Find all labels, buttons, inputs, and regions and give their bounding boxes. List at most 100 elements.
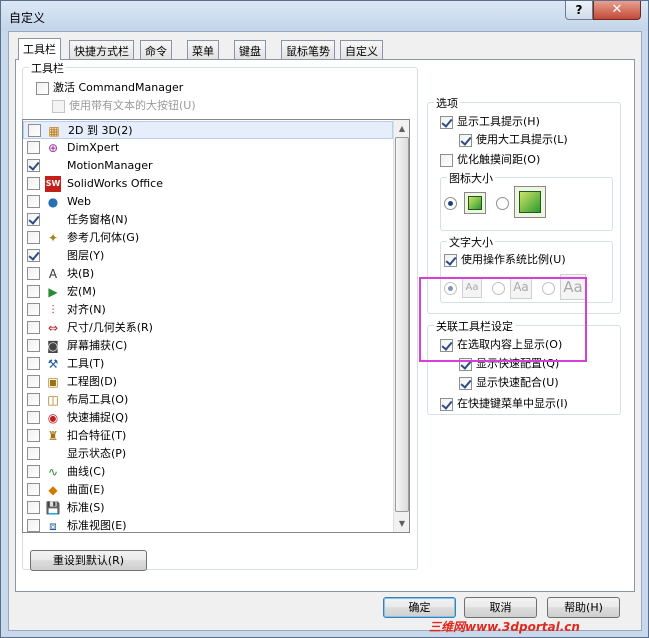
toolbar-list-item[interactable]: ▦ 2D 到 3D(2) bbox=[23, 121, 393, 139]
dialog-title: 自定义 bbox=[9, 11, 46, 25]
toolbar-list-item[interactable]: 任务窗格(N) bbox=[23, 211, 393, 229]
toolbar-item-checkbox[interactable] bbox=[27, 465, 40, 478]
drawing-icon: ▣ bbox=[47, 375, 59, 389]
show-quick-mates-option[interactable]: 显示快速配合(U) bbox=[459, 375, 559, 391]
toolbar-item-checkbox[interactable] bbox=[27, 213, 40, 226]
toolbar-item-checkbox[interactable] bbox=[27, 231, 40, 244]
show-tooltips-option[interactable]: 显示工具提示(H) bbox=[440, 114, 540, 130]
toolbar-item-label: 显示状态(P) bbox=[67, 447, 127, 460]
toolbar-item-checkbox[interactable] bbox=[27, 249, 40, 262]
toolbar-item-checkbox[interactable] bbox=[27, 519, 40, 532]
toolbar-list-item[interactable]: 图层(Y) bbox=[23, 247, 393, 265]
use-os-scale-option[interactable]: 使用操作系统比例(U) bbox=[444, 252, 566, 268]
toolbar-item-checkbox[interactable] bbox=[27, 339, 40, 352]
tab-toolbars[interactable]: 工具栏 bbox=[18, 38, 61, 60]
toolbar-list-item[interactable]: ⫶ 对齐(N) bbox=[23, 301, 393, 319]
toolbar-list-item[interactable]: 💾 标准(S) bbox=[23, 499, 393, 517]
toolbar-list-item[interactable]: 显示状态(P) bbox=[23, 445, 393, 463]
toolbar-list-item[interactable]: ⇔ 尺寸/几何关系(R) bbox=[23, 319, 393, 337]
large-tooltips-option[interactable]: 使用大工具提示(L) bbox=[459, 132, 568, 148]
toolbar-list-item[interactable]: A 块(B) bbox=[23, 265, 393, 283]
toolbar-list-item[interactable]: ∿ 曲线(C) bbox=[23, 463, 393, 481]
scroll-up-arrow-icon[interactable]: ▲ bbox=[394, 120, 409, 137]
help-title-button[interactable]: ? bbox=[565, 1, 593, 20]
show-in-shortcut-menu-option[interactable]: 在快捷键菜单中显示(I) bbox=[440, 396, 568, 412]
large-buttons-text-option[interactable]: 使用带有文本的大按钮(U) bbox=[52, 98, 196, 114]
toolbar-list-item[interactable]: ▶ 宏(M) bbox=[23, 283, 393, 301]
toolbar-item-checkbox[interactable] bbox=[27, 141, 40, 154]
show-tooltips-checkbox[interactable] bbox=[440, 115, 453, 129]
toolbar-list-item[interactable]: ⧈ 标准视图(E) bbox=[23, 517, 393, 533]
toolbar-item-checkbox[interactable] bbox=[27, 303, 40, 316]
toolbar-item-label: 2D 到 3D(2) bbox=[68, 124, 133, 137]
activate-commandmanager-checkbox[interactable] bbox=[36, 81, 49, 95]
toolbar-list-item[interactable]: ◆ 曲面(E) bbox=[23, 481, 393, 499]
tab-keyboard[interactable]: 键盘 bbox=[234, 40, 266, 59]
toolbar-list-item[interactable]: ✦ 参考几何体(G) bbox=[23, 229, 393, 247]
large-icon-preview-icon bbox=[514, 186, 546, 218]
toolbar-item-label: 工程图(D) bbox=[67, 375, 118, 388]
toolbar-item-checkbox[interactable] bbox=[27, 321, 40, 334]
curves-icon: ∿ bbox=[47, 465, 59, 479]
tab-shortcut-bars[interactable]: 快捷方式栏 bbox=[69, 40, 134, 59]
scroll-down-arrow-icon[interactable]: ▼ bbox=[394, 515, 409, 532]
large-buttons-text-checkbox[interactable] bbox=[52, 99, 65, 113]
toolbar-item-checkbox[interactable] bbox=[27, 159, 40, 172]
toolbar-list-item[interactable]: ⊕ DimXpert bbox=[23, 139, 393, 157]
toolbar-item-label: SolidWorks Office bbox=[67, 177, 163, 190]
toolbar-item-label: 布局工具(O) bbox=[67, 393, 129, 406]
toolbar-list[interactable]: ▲ ▼ ▦ 2D 到 3D(2) ⊕ DimXpert MotionManager SW S… bbox=[22, 119, 410, 533]
toolbar-item-checkbox[interactable] bbox=[27, 501, 40, 514]
toolbar-item-checkbox[interactable] bbox=[27, 429, 40, 442]
macro-icon: ▶ bbox=[48, 285, 58, 299]
icon-size-small-radio[interactable] bbox=[444, 197, 457, 210]
toolbar-item-checkbox[interactable] bbox=[27, 447, 40, 460]
toolbar-item-checkbox[interactable] bbox=[27, 267, 40, 280]
activate-commandmanager-option[interactable]: 激活 CommandManager bbox=[36, 80, 183, 96]
toolbar-list-item[interactable]: ◙ 屏幕捕获(C) bbox=[23, 337, 393, 355]
icon-size-large-radio[interactable] bbox=[496, 197, 509, 210]
title-bar[interactable]: 自定义 ? ✕ bbox=[1, 1, 648, 31]
toolbar-item-checkbox[interactable] bbox=[27, 393, 40, 406]
toolbar-list-item[interactable]: MotionManager bbox=[23, 157, 393, 175]
ok-button[interactable]: 确定 bbox=[383, 597, 456, 618]
toolbar-item-checkbox[interactable] bbox=[27, 483, 40, 496]
show-quick-mates-checkbox[interactable] bbox=[459, 376, 472, 390]
align-icon: ⫶ bbox=[51, 303, 55, 317]
toolbar-list-scrollbar[interactable]: ▲ ▼ bbox=[393, 120, 409, 532]
small-icon-preview-icon bbox=[464, 192, 486, 214]
optimize-touch-checkbox[interactable] bbox=[440, 153, 453, 167]
toolbar-list-item[interactable]: ♜ 扣合特征(T) bbox=[23, 427, 393, 445]
toolbar-item-checkbox[interactable] bbox=[27, 177, 40, 190]
toolbar-item-checkbox[interactable] bbox=[27, 285, 40, 298]
toolbar-list-item[interactable]: ◫ 布局工具(O) bbox=[23, 391, 393, 409]
toolbar-list-item[interactable]: SW SolidWorks Office bbox=[23, 175, 393, 193]
cancel-button[interactable]: 取消 bbox=[464, 597, 537, 618]
optimize-touch-option[interactable]: 优化触摸间距(O) bbox=[440, 152, 540, 168]
toolbar-item-checkbox[interactable] bbox=[27, 375, 40, 388]
use-os-scale-checkbox[interactable] bbox=[444, 253, 457, 267]
close-button[interactable]: ✕ bbox=[593, 1, 641, 20]
standard-views-icon: ⧈ bbox=[49, 519, 57, 533]
toolbar-item-checkbox[interactable] bbox=[28, 124, 41, 137]
surfaces-icon: ◆ bbox=[48, 483, 58, 497]
toolbar-item-checkbox[interactable] bbox=[27, 357, 40, 370]
scroll-thumb[interactable] bbox=[395, 137, 409, 512]
large-tooltips-checkbox[interactable] bbox=[459, 133, 472, 147]
reset-to-default-button[interactable]: 重设到默认(R) bbox=[30, 550, 147, 571]
toolbar-list-item[interactable]: ⚒ 工具(T) bbox=[23, 355, 393, 373]
tab-menus[interactable]: 菜单 bbox=[187, 40, 219, 59]
watermark-text: 三维网www.3dportal.cn bbox=[429, 620, 580, 634]
toolbar-item-label: 尺寸/几何关系(R) bbox=[67, 321, 153, 334]
toolbar-list-item[interactable]: ● Web bbox=[23, 193, 393, 211]
toolbar-list-item[interactable]: ◉ 快速捕捉(Q) bbox=[23, 409, 393, 427]
task-pane-icon bbox=[45, 212, 61, 228]
show-in-shortcut-menu-checkbox[interactable] bbox=[440, 397, 453, 411]
toolbar-item-checkbox[interactable] bbox=[27, 195, 40, 208]
help-button[interactable]: 帮助(H) bbox=[547, 597, 620, 618]
toolbar-list-item[interactable]: ▣ 工程图(D) bbox=[23, 373, 393, 391]
toolbar-item-checkbox[interactable] bbox=[27, 411, 40, 424]
tab-commands[interactable]: 命令 bbox=[140, 40, 172, 59]
tab-mouse-gestures[interactable]: 鼠标笔势 bbox=[281, 40, 335, 59]
tab-customization[interactable]: 自定义 bbox=[340, 40, 383, 59]
